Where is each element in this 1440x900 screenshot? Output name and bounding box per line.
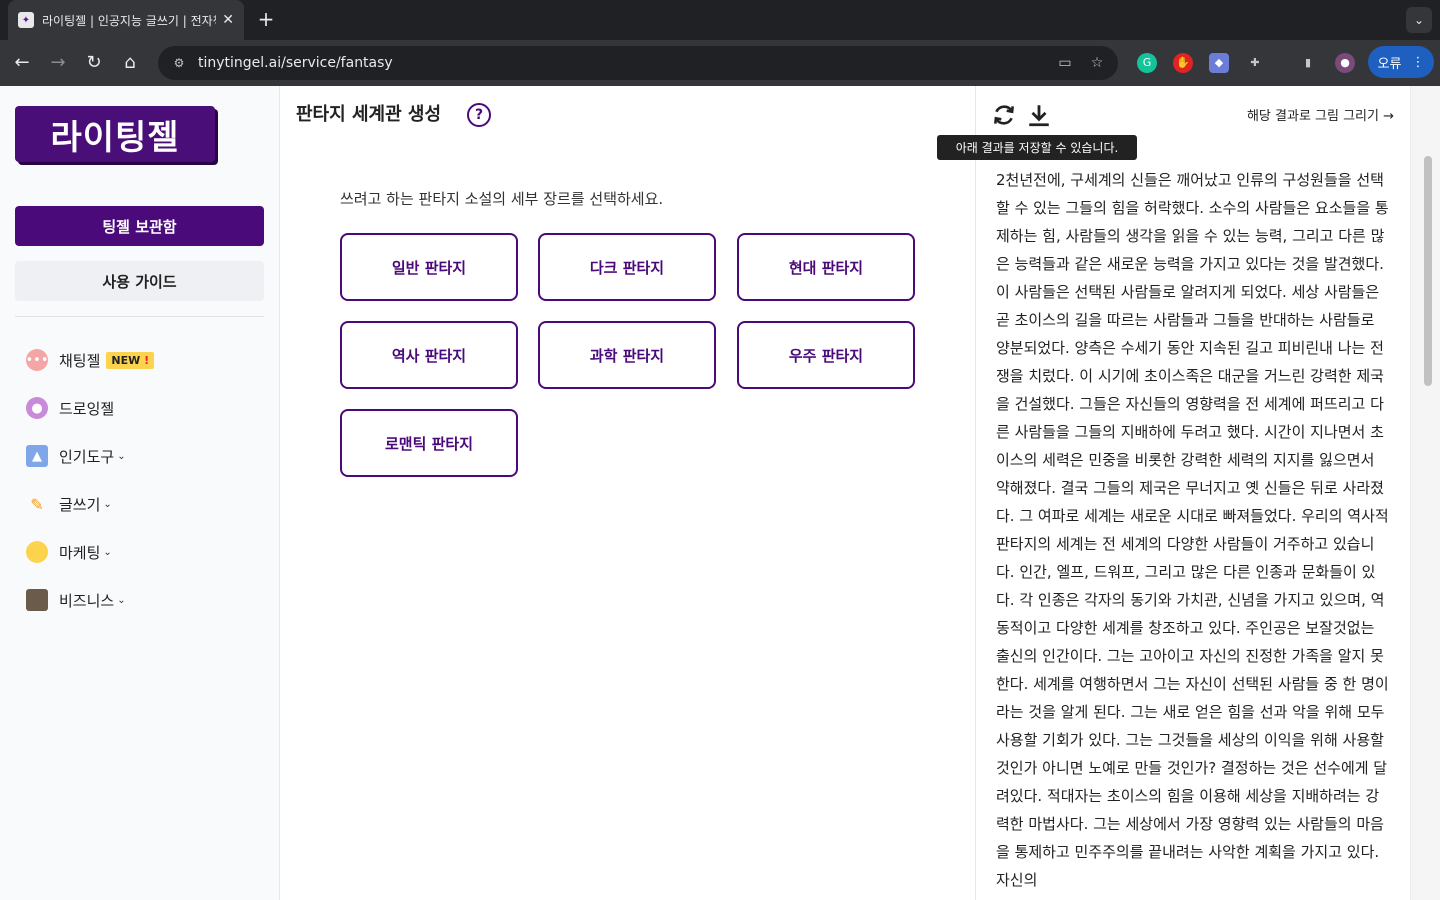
new-badge-mark: ! <box>144 353 150 367</box>
sidebar-item-marketing[interactable]: ● 마케팅 ⌄ <box>26 537 112 567</box>
logo[interactable]: 라이팅젤 <box>15 106 215 162</box>
genre-button-dark[interactable]: 다크 판타지 <box>538 233 716 301</box>
result-panel: 해당 결과로 그림 그리기 → 2천년전에, 구세계의 신들은 깨어났고 인류의… <box>975 86 1440 900</box>
side-panel-icon[interactable]: ▮ <box>1298 53 1318 73</box>
extensions-puzzle-icon[interactable]: ✚ <box>1245 53 1265 73</box>
result-scrollbar[interactable] <box>1410 86 1440 900</box>
genre-button-space[interactable]: 우주 판타지 <box>737 321 915 389</box>
download-icon[interactable] <box>1026 102 1052 128</box>
genre-button-romantic[interactable]: 로맨틱 판타지 <box>340 409 518 477</box>
archive-button[interactable]: 팅젤 보관함 <box>15 206 264 246</box>
chevron-down-icon: ⌄ <box>103 498 112 510</box>
chevron-down-icon: ⌄ <box>103 546 112 558</box>
site-info-icon[interactable]: ⚙ <box>170 54 188 72</box>
address-bar[interactable]: ⚙ tinytingel.ai/service/fantasy ▭ ☆ <box>158 46 1118 80</box>
profile-error-button[interactable]: 오류 ⋮ <box>1368 46 1434 78</box>
page-title: 판타지 세계관 생성 <box>296 104 442 125</box>
browser-tab-bar: ✦ 라이팅젤 | 인공지능 글쓰기 | 전자책 ✕ + ⌄ <box>0 0 1440 40</box>
briefcase-icon: ■ <box>26 589 48 611</box>
pencil-icon: ✎ <box>30 494 44 514</box>
sidebar-item-business[interactable]: ■ 비즈니스 ⌄ <box>26 585 126 615</box>
palette-icon: ● <box>26 397 48 419</box>
sidebar-item-popular-tools[interactable]: ▲ 인기도구 ⌄ <box>26 441 126 471</box>
lightbulb-icon: ● <box>26 541 48 563</box>
profile-error-label: 오류 <box>1377 56 1402 72</box>
browser-tab[interactable]: ✦ 라이팅젤 | 인공지능 글쓰기 | 전자책 ✕ <box>8 0 244 40</box>
back-arrow-icon[interactable]: ← <box>10 51 34 75</box>
url-text[interactable]: tinytingel.ai/service/fantasy <box>198 55 393 71</box>
genre-instruction: 쓰려고 하는 판타지 소설의 세부 장르를 선택하세요. <box>340 190 664 208</box>
thumbs-up-icon: ▲ <box>26 445 48 467</box>
scrollbar-thumb[interactable] <box>1424 156 1432 386</box>
sidebar-item-label: 비즈니스 <box>59 591 115 610</box>
sidebar-item-label: 채팅젤 <box>59 351 101 370</box>
result-text: 2천년전에, 구세계의 신들은 깨어났고 인류의 구성원들을 선택할 수 있는 … <box>996 171 1389 889</box>
forward-arrow-icon[interactable]: → <box>46 51 70 75</box>
translate-extension-icon[interactable]: ◆ <box>1209 53 1229 73</box>
red-extension-icon[interactable]: ✋ <box>1173 53 1193 73</box>
sidebar-item-label: 인기도구 <box>59 447 115 466</box>
sidebar: 라이팅젤 팅젤 보관함 사용 가이드 ••• 채팅젤 NEW ! ● 드로잉젤 … <box>0 86 280 900</box>
tab-close-icon[interactable]: ✕ <box>222 12 234 28</box>
genre-button-historical[interactable]: 역사 판타지 <box>340 321 518 389</box>
help-question-icon[interactable]: ? <box>467 103 491 127</box>
install-app-icon[interactable]: ▭ <box>1056 54 1074 72</box>
refresh-icon[interactable] <box>991 102 1017 128</box>
genre-button-science[interactable]: 과학 판타지 <box>538 321 716 389</box>
sidebar-divider <box>15 316 264 317</box>
grammarly-extension-icon[interactable]: G <box>1137 53 1157 73</box>
bookmark-star-icon[interactable]: ☆ <box>1088 54 1106 72</box>
chevron-down-icon: ⌄ <box>117 450 126 462</box>
new-badge: NEW ! <box>106 351 155 369</box>
sidebar-item-label: 드로잉젤 <box>59 399 115 418</box>
tab-search-chevron-icon[interactable]: ⌄ <box>1406 7 1432 33</box>
tab-title: 라이팅젤 | 인공지능 글쓰기 | 전자책 <box>42 13 217 28</box>
genre-button-general[interactable]: 일반 판타지 <box>340 233 518 301</box>
sidebar-item-label: 글쓰기 <box>59 495 101 514</box>
chat-bubble-icon: ••• <box>26 349 49 371</box>
browser-toolbar: ← → ↻ ⌂ ⚙ tinytingel.ai/service/fantasy … <box>0 40 1440 86</box>
chevron-down-icon: ⌄ <box>117 594 126 606</box>
sidebar-item-label: 마케팅 <box>59 543 101 562</box>
new-badge-text: NEW <box>111 353 141 367</box>
sidebar-item-chattingel[interactable]: ••• 채팅젤 NEW ! <box>26 345 155 375</box>
new-tab-icon[interactable]: + <box>254 8 278 32</box>
profile-avatar-icon[interactable]: ● <box>1335 53 1355 73</box>
more-menu-icon: ⋮ <box>1411 54 1425 70</box>
sidebar-item-writing[interactable]: ✎ 글쓰기 ⌄ <box>26 489 112 519</box>
sidebar-item-drawingel[interactable]: ● 드로잉젤 <box>26 393 114 423</box>
home-icon[interactable]: ⌂ <box>118 51 142 75</box>
site-favicon-icon: ✦ <box>18 12 34 28</box>
reload-icon[interactable]: ↻ <box>82 51 106 75</box>
genre-button-modern[interactable]: 현대 판타지 <box>737 233 915 301</box>
save-tooltip: 아래 결과를 저장할 수 있습니다. <box>937 135 1137 160</box>
guide-button[interactable]: 사용 가이드 <box>15 261 264 301</box>
draw-from-result-link[interactable]: 해당 결과로 그림 그리기 → <box>1247 105 1394 124</box>
